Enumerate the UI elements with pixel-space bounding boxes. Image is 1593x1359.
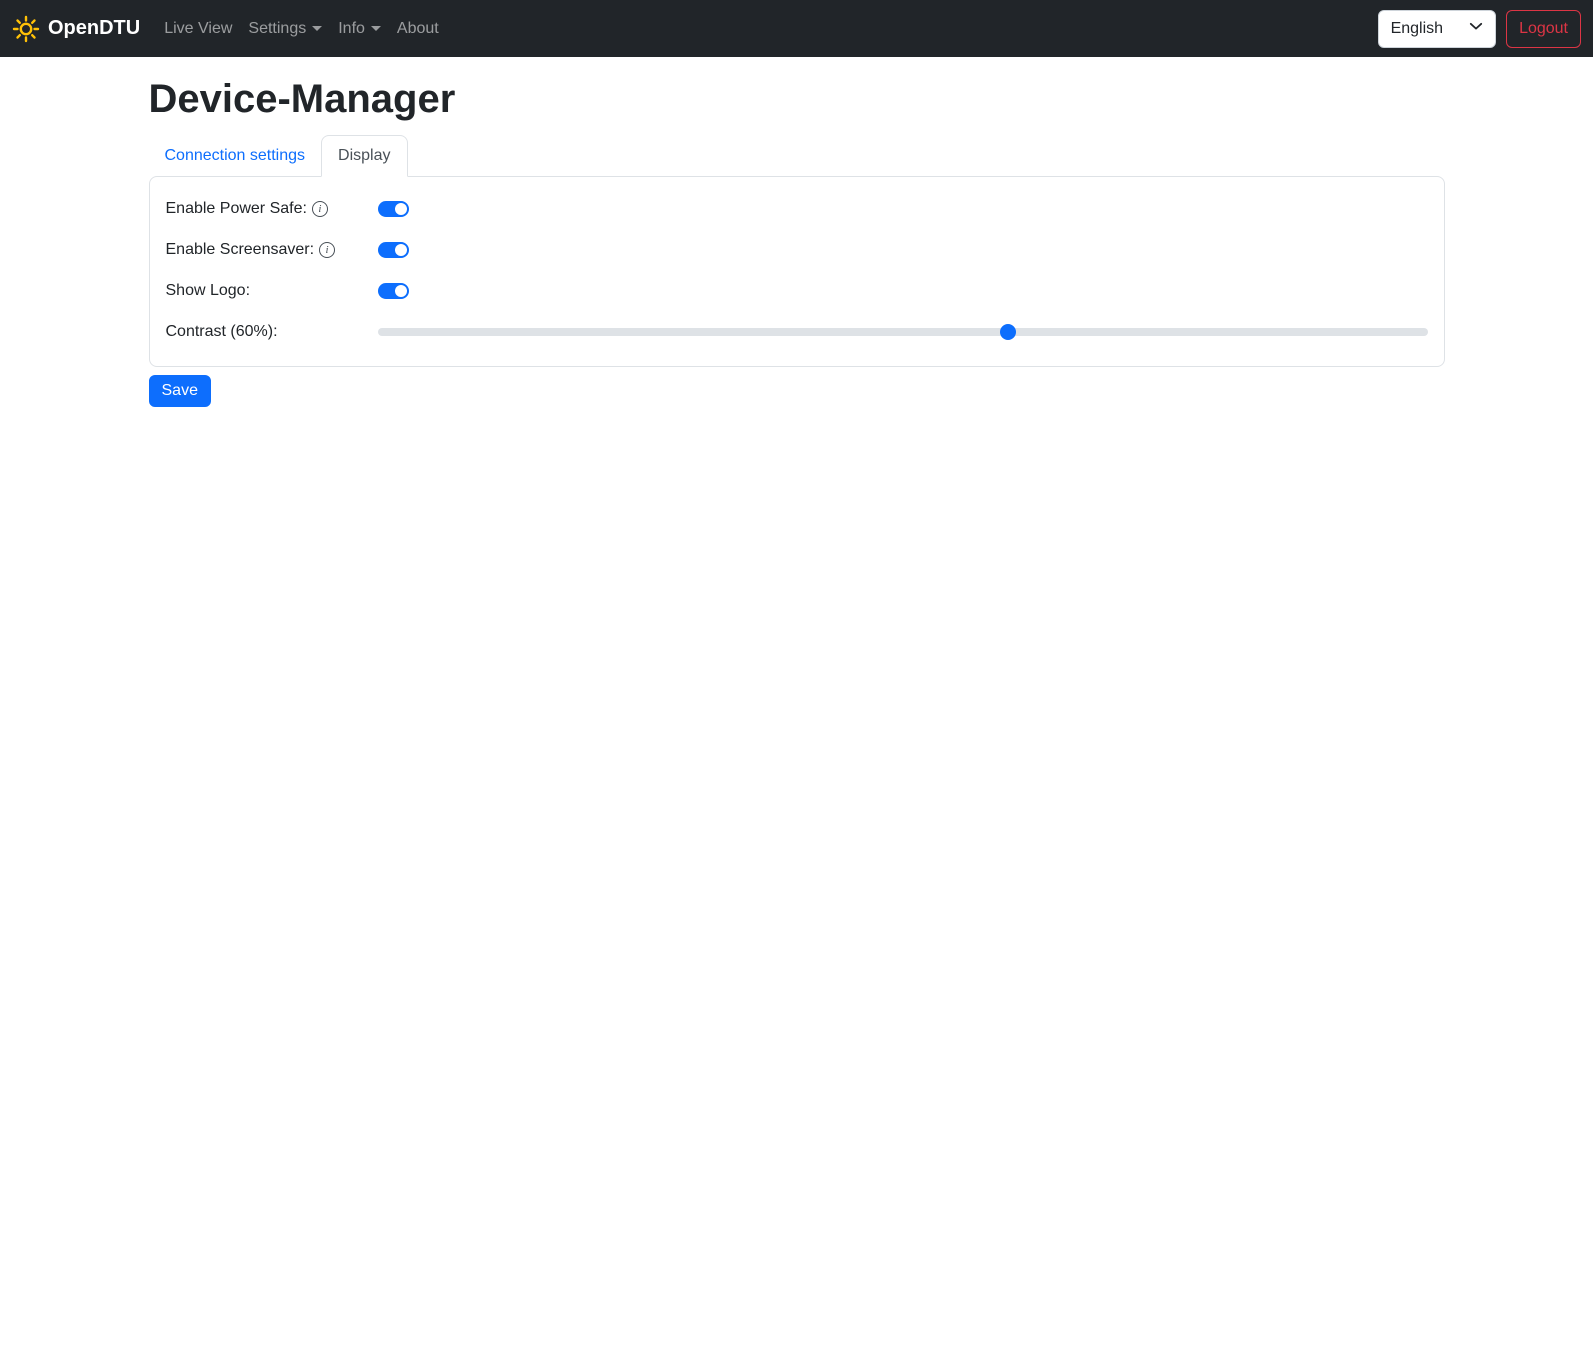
info-icon[interactable]: [311, 201, 328, 217]
form-row-enable-power-safe: Enable Power Safe:: [166, 197, 1428, 221]
label-col: Show Logo:: [166, 282, 378, 300]
caret-down-icon: [312, 26, 323, 31]
nav-item-label: Settings: [248, 19, 307, 37]
label-col: Contrast (60%):: [166, 323, 378, 341]
slider-track[interactable]: [377, 328, 1428, 336]
brand-link[interactable]: OpenDTU: [12, 11, 140, 47]
slider-thumb[interactable]: [999, 324, 1016, 340]
label-col: Enable Screensaver:: [166, 241, 378, 259]
logout-button[interactable]: Logout: [1506, 9, 1581, 48]
save-button[interactable]: Save: [148, 375, 211, 407]
nav-item-settings[interactable]: Settings: [240, 12, 330, 46]
tab-display[interactable]: Display: [321, 135, 408, 177]
info-icon[interactable]: [319, 242, 336, 258]
sun-logo-icon: [12, 15, 40, 43]
language-selected-value: English: [1390, 19, 1444, 37]
show-logo-toggle[interactable]: [377, 283, 409, 299]
field-label: Enable Power Safe:: [165, 200, 307, 217]
control-col: [377, 283, 1428, 299]
tab-bar: Connection settings Display: [149, 135, 1445, 177]
label-col: Enable Power Safe:: [166, 200, 378, 218]
field-label: Contrast (60%):: [165, 323, 278, 340]
chevron-down-icon: [1469, 19, 1483, 38]
navbar-right: English Logout: [1377, 9, 1581, 48]
enable-power-safe-toggle[interactable]: [377, 201, 409, 217]
toggle-knob: [394, 203, 407, 215]
nav-item-about[interactable]: About: [389, 12, 447, 46]
control-col: [377, 201, 1428, 217]
nav-item-label: Info: [338, 19, 365, 37]
navbar-left: OpenDTU Live View Settings Info About: [12, 11, 447, 47]
nav-item-live-view[interactable]: Live View: [156, 12, 240, 46]
caret-down-icon: [370, 26, 381, 31]
field-label: Enable Screensaver:: [165, 241, 315, 258]
nav-item-label: Live View: [164, 19, 233, 37]
tab-connection-settings[interactable]: Connection settings: [149, 136, 322, 176]
brand-label: OpenDTU: [48, 17, 141, 39]
page-title: Device-Manager: [148, 77, 456, 121]
toggle-knob: [394, 285, 407, 297]
main-content: Device-Manager Connection settings Displ…: [137, 75, 1457, 407]
display-settings-card: Enable Power Safe: Enable Screensaver: S…: [148, 176, 1445, 367]
language-select[interactable]: English: [1377, 9, 1497, 48]
navbar: OpenDTU Live View Settings Info About En…: [0, 0, 1593, 57]
toggle-knob: [394, 244, 407, 256]
form-row-contrast: Contrast (60%):: [166, 320, 1428, 344]
nav-item-info[interactable]: Info: [330, 12, 389, 46]
control-col: [377, 320, 1428, 344]
contrast-slider[interactable]: [377, 320, 1428, 344]
control-col: [377, 242, 1428, 258]
form-row-show-logo: Show Logo:: [166, 279, 1428, 303]
enable-screensaver-toggle[interactable]: [377, 242, 409, 258]
field-label: Show Logo:: [165, 282, 251, 299]
nav-item-label: About: [396, 19, 439, 37]
form-row-enable-screensaver: Enable Screensaver:: [166, 238, 1428, 262]
